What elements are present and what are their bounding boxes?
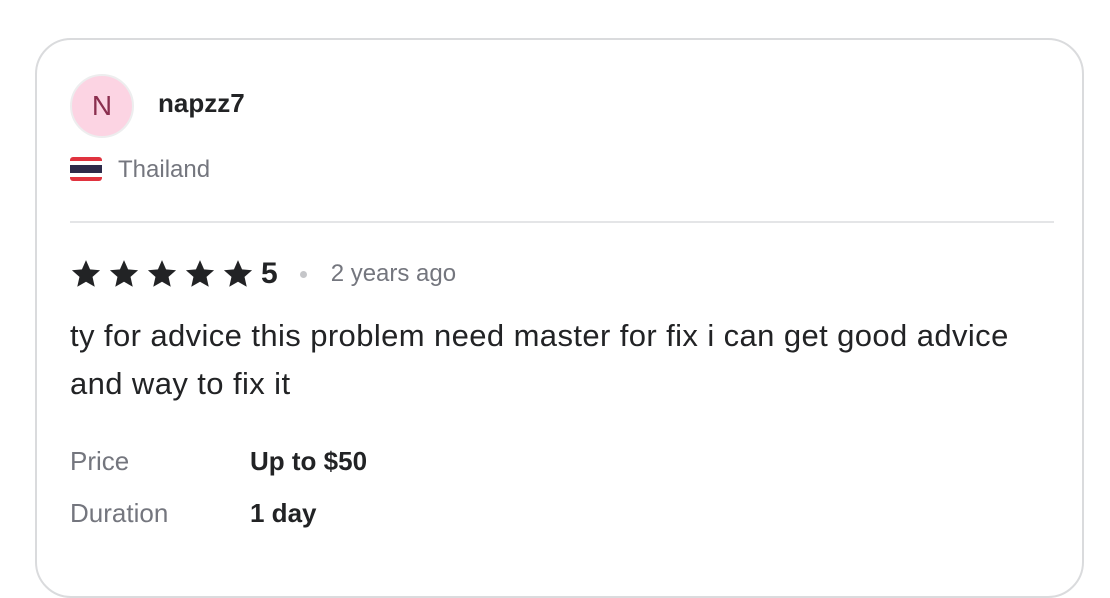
price-label: Price [70, 445, 130, 476]
review-text: ty for advice this problem need master f… [70, 318, 1009, 401]
avatar-initial: N [91, 90, 113, 121]
star-icon [185, 260, 215, 287]
rating-row: 5 2 years ago [70, 256, 456, 292]
price-row: Price Up to $50 [70, 441, 367, 481]
star-icon [147, 260, 177, 287]
duration-label: Duration [70, 497, 169, 528]
thailand-flag-icon [70, 157, 102, 181]
divider [70, 221, 1054, 223]
avatar[interactable]: N [70, 74, 134, 138]
star-icon [71, 260, 101, 287]
separator-dot [299, 270, 307, 278]
duration-row: Duration 1 day [70, 493, 317, 533]
reviewer-country: Thailand [118, 156, 211, 183]
rating-value: 5 [261, 257, 278, 290]
duration-value: 1 day [250, 497, 317, 528]
reviewer-username[interactable]: napzz7 [158, 88, 245, 119]
star-rating [70, 258, 260, 290]
review-card: N napzz7 Thailand 5 2 years ago ty for a… [35, 38, 1084, 598]
price-value: Up to $50 [250, 445, 368, 476]
star-icon [109, 260, 139, 287]
review-time: 2 years ago [330, 260, 457, 287]
star-icon [223, 260, 253, 287]
